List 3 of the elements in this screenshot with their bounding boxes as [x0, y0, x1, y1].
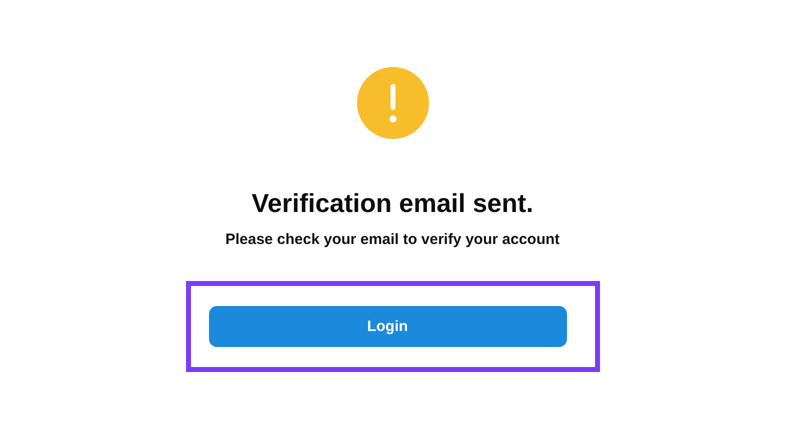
notice-message: Please check your email to verify your account — [225, 230, 560, 250]
login-button[interactable]: Login — [208, 306, 566, 347]
notice-title: Verification email sent. — [252, 187, 534, 219]
